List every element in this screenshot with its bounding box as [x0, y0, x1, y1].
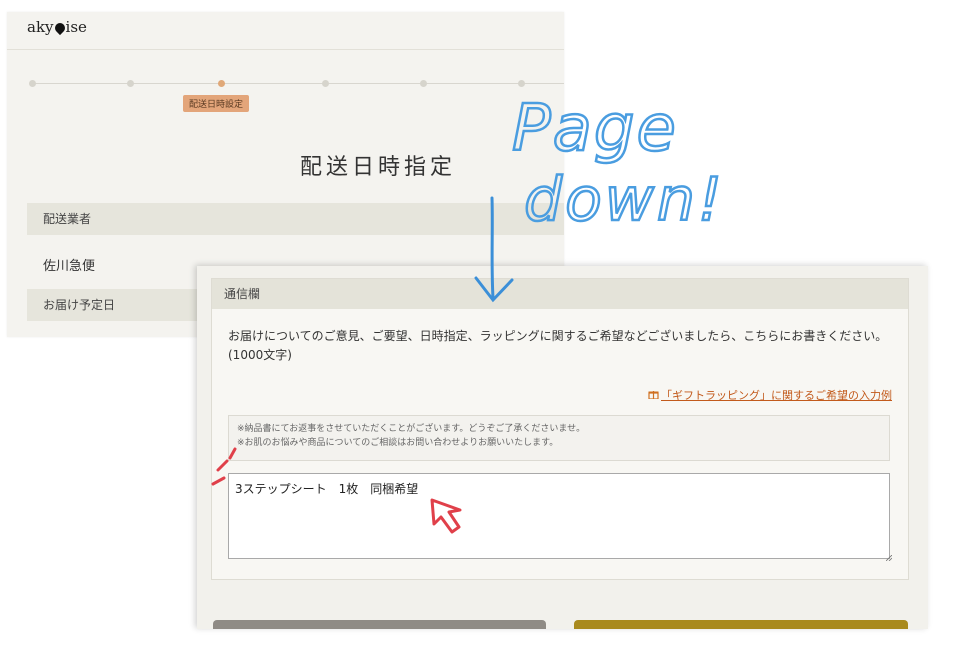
- step-dot: [518, 80, 525, 87]
- note-line: ※お肌のお悩みや商品についてのご相談はお問い合わせよりお願いいたします。: [237, 438, 559, 448]
- step-dot: [127, 80, 134, 87]
- current-step-label: 配送日時設定: [183, 95, 250, 112]
- notes-box: ※納品書にてお返事をさせていただくことがございます。どうぞご了承くださいませ。 …: [228, 415, 890, 461]
- message-instructions: お届けについてのご意見、ご要望、日時指定、ラッピングに関するご希望などございまし…: [228, 329, 888, 362]
- back-button[interactable]: [213, 620, 546, 629]
- gift-icon: [648, 389, 659, 402]
- step-dot-active: [218, 80, 225, 87]
- page-title: 配送日時指定: [300, 155, 457, 180]
- brand-logo[interactable]: aky ise: [27, 18, 87, 36]
- step-dot: [322, 80, 329, 87]
- logo-mark-icon: [52, 20, 67, 36]
- message-panel: 通信欄 お届けについてのご意見、ご要望、日時指定、ラッピングに関するご希望などご…: [211, 278, 909, 580]
- resize-grip-icon[interactable]: [886, 555, 892, 561]
- message-textarea[interactable]: [228, 473, 890, 559]
- carrier-value: 佐川急便: [43, 259, 96, 274]
- section-header-carrier: 配送業者: [27, 203, 564, 235]
- note-line: ※納品書にてお返事をさせていただくことがございます。どうぞご了承くださいませ。: [237, 424, 586, 434]
- gift-wrapping-example-link[interactable]: 「ギフトラッピング」に関するご希望の入力例: [648, 387, 892, 403]
- section-header-message: 通信欄: [212, 279, 908, 309]
- checkout-page-message-section: 通信欄 お届けについてのご意見、ご要望、日時指定、ラッピングに関するご希望などご…: [197, 266, 928, 629]
- step-dot: [29, 80, 36, 87]
- next-button[interactable]: [574, 620, 908, 629]
- step-dot: [420, 80, 427, 87]
- progress-steps: [7, 74, 564, 114]
- header-bar: aky ise: [7, 12, 564, 50]
